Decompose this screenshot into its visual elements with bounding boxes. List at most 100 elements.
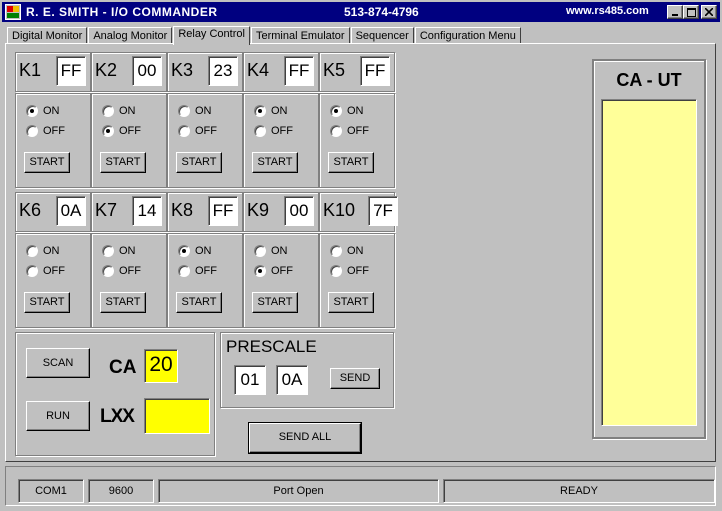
- relay-on-option[interactable]: ON: [330, 244, 364, 258]
- relay-value-field[interactable]: 00: [284, 196, 314, 226]
- radio-off-icon[interactable]: [102, 125, 114, 137]
- radio-off-icon[interactable]: [102, 265, 114, 277]
- relay-off-option[interactable]: OFF: [102, 124, 141, 138]
- prescale-value-2[interactable]: 0A: [276, 365, 308, 395]
- radio-off-label: OFF: [119, 125, 141, 137]
- relay-value-field[interactable]: FF: [208, 196, 238, 226]
- run-button[interactable]: RUN: [26, 401, 90, 431]
- status-baud: 9600: [88, 479, 154, 503]
- radio-on-icon[interactable]: [102, 105, 114, 117]
- relay-on-option[interactable]: ON: [330, 104, 364, 118]
- relay-on-option[interactable]: ON: [178, 244, 212, 258]
- radio-on-icon[interactable]: [254, 105, 266, 117]
- relay-value-field[interactable]: 0A: [56, 196, 86, 226]
- relay-start-button[interactable]: START: [252, 152, 298, 173]
- relay-off-option[interactable]: OFF: [254, 124, 293, 138]
- relay-value-field[interactable]: 7F: [368, 196, 398, 226]
- relay-on-option[interactable]: ON: [254, 104, 288, 118]
- relay-off-option[interactable]: OFF: [178, 264, 217, 278]
- relay-start-button[interactable]: START: [24, 292, 70, 313]
- tab-analog-monitor[interactable]: Analog Monitor: [88, 27, 173, 44]
- radio-on-label: ON: [271, 245, 288, 257]
- relay-start-button[interactable]: START: [176, 152, 222, 173]
- radio-on-icon[interactable]: [330, 105, 342, 117]
- ca-ut-display[interactable]: [601, 99, 697, 426]
- prescale-send-button[interactable]: SEND: [330, 368, 380, 389]
- relay-on-option[interactable]: ON: [254, 244, 288, 258]
- relay-on-option[interactable]: ON: [178, 104, 212, 118]
- tab-sequencer[interactable]: Sequencer: [350, 27, 414, 44]
- relay-on-option[interactable]: ON: [26, 104, 60, 118]
- radio-off-icon[interactable]: [330, 125, 342, 137]
- tab-terminal-emulator[interactable]: Terminal Emulator: [250, 27, 350, 44]
- radio-on-label: ON: [119, 105, 136, 117]
- relay-off-option[interactable]: OFF: [330, 264, 369, 278]
- tab-relay-control[interactable]: Relay Control: [173, 26, 250, 45]
- prescale-title: PRESCALE: [226, 337, 317, 356]
- relay-value-field[interactable]: FF: [360, 56, 390, 86]
- radio-off-icon[interactable]: [330, 265, 342, 277]
- relay-start-button[interactable]: START: [328, 292, 374, 313]
- relay-controls: ON OFF START: [319, 93, 395, 188]
- ca-value-field[interactable]: 20: [144, 349, 178, 383]
- radio-on-icon[interactable]: [102, 245, 114, 257]
- relay-name: K7: [95, 200, 118, 220]
- radio-off-label: OFF: [195, 125, 217, 137]
- scan-button[interactable]: SCAN: [26, 348, 90, 378]
- relay-cell-k9: K9 00 ON OFF START: [243, 192, 319, 328]
- minimize-button[interactable]: [667, 5, 683, 19]
- relay-controls: ON OFF START: [91, 233, 167, 328]
- relay-start-button[interactable]: START: [328, 152, 374, 173]
- relay-off-option[interactable]: OFF: [178, 124, 217, 138]
- relay-off-option[interactable]: OFF: [26, 264, 65, 278]
- relay-off-option[interactable]: OFF: [330, 124, 369, 138]
- relay-off-option[interactable]: OFF: [254, 264, 293, 278]
- relay-start-button[interactable]: START: [176, 292, 222, 313]
- relay-value-field[interactable]: 14: [132, 196, 162, 226]
- radio-on-label: ON: [271, 105, 288, 117]
- radio-off-icon[interactable]: [254, 125, 266, 137]
- status-port-state: Port Open: [158, 479, 439, 503]
- tab-digital-monitor[interactable]: Digital Monitor: [7, 27, 88, 44]
- relay-value-field[interactable]: FF: [284, 56, 314, 86]
- prescale-value-1[interactable]: 01: [234, 365, 266, 395]
- radio-on-icon[interactable]: [178, 105, 190, 117]
- relay-header: K3 23: [167, 52, 243, 92]
- relay-on-option[interactable]: ON: [102, 244, 136, 258]
- relay-header: K7 14: [91, 192, 167, 232]
- relay-start-button[interactable]: START: [24, 152, 70, 173]
- app-icon[interactable]: [5, 4, 21, 20]
- lxx-value-field[interactable]: [144, 398, 210, 434]
- relay-start-button[interactable]: START: [100, 152, 146, 173]
- relay-value-field[interactable]: 00: [132, 56, 162, 86]
- relay-header: K6 0A: [15, 192, 91, 232]
- radio-on-icon[interactable]: [330, 245, 342, 257]
- close-icon: [705, 8, 713, 16]
- relay-off-option[interactable]: OFF: [102, 264, 141, 278]
- radio-off-icon[interactable]: [26, 125, 38, 137]
- radio-on-icon[interactable]: [26, 245, 38, 257]
- relay-value-field[interactable]: FF: [56, 56, 86, 86]
- radio-on-icon[interactable]: [254, 245, 266, 257]
- relay-cell-k3: K3 23 ON OFF START: [167, 52, 243, 188]
- radio-off-icon[interactable]: [178, 265, 190, 277]
- radio-off-icon[interactable]: [254, 265, 266, 277]
- relay-off-option[interactable]: OFF: [26, 124, 65, 138]
- radio-off-icon[interactable]: [26, 265, 38, 277]
- radio-off-label: OFF: [43, 125, 65, 137]
- radio-off-icon[interactable]: [178, 125, 190, 137]
- relay-name: K2: [95, 60, 118, 80]
- radio-on-icon[interactable]: [178, 245, 190, 257]
- relay-value-field[interactable]: 23: [208, 56, 238, 86]
- relay-start-button[interactable]: START: [100, 292, 146, 313]
- maximize-button[interactable]: [683, 5, 699, 19]
- relay-start-button[interactable]: START: [252, 292, 298, 313]
- send-all-button[interactable]: SEND ALL: [248, 422, 362, 454]
- relay-on-option[interactable]: ON: [26, 244, 60, 258]
- close-button[interactable]: [701, 5, 717, 19]
- tab-configuration-menu[interactable]: Configuration Menu: [414, 27, 521, 44]
- relay-on-option[interactable]: ON: [102, 104, 136, 118]
- radio-on-icon[interactable]: [26, 105, 38, 117]
- relay-controls: ON OFF START: [167, 93, 243, 188]
- relay-name: K6: [19, 200, 42, 220]
